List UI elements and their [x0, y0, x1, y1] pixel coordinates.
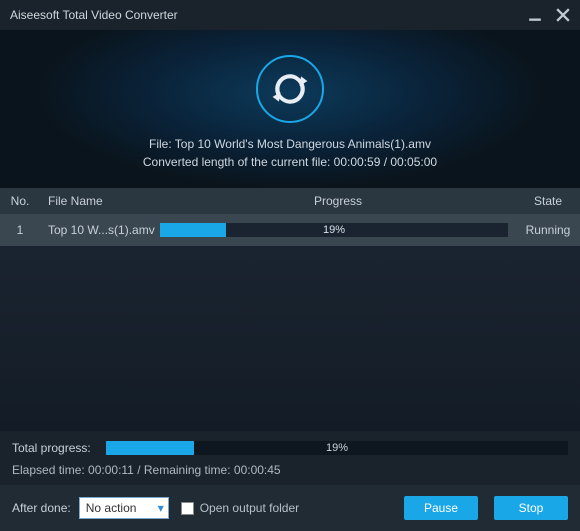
open-output-folder-label: Open output folder [200, 501, 299, 515]
minimize-icon [528, 8, 542, 22]
close-icon [556, 8, 570, 22]
table-row[interactable]: 1 Top 10 W...s(1).amv 19% Running [0, 214, 580, 246]
row-no: 1 [0, 223, 40, 237]
summary-panel: Total progress: 19% Elapsed time: 00:00:… [0, 431, 580, 485]
hero-panel: File: Top 10 World's Most Dangerous Anim… [0, 30, 580, 188]
header-no: No. [0, 194, 40, 208]
total-progress-row: Total progress: 19% [12, 441, 568, 455]
file-table: No. File Name Progress State 1 Top 10 W.… [0, 188, 580, 246]
row-progress-percent: 19% [323, 224, 345, 236]
footer-bar: After done: No action ▾ Open output fold… [0, 485, 580, 531]
header-state: State [516, 194, 580, 208]
total-progress-fill [106, 441, 194, 455]
total-progress-label: Total progress: [12, 441, 98, 455]
minimize-button[interactable] [528, 8, 542, 22]
after-done-label: After done: [12, 501, 71, 515]
close-button[interactable] [556, 8, 570, 22]
app-window: Aiseesoft Total Video Converter File: To… [0, 0, 580, 531]
row-progress-bar: 19% [160, 223, 508, 237]
header-filename: File Name [40, 194, 160, 208]
after-done-select[interactable]: No action ▾ [79, 497, 169, 519]
total-progress-percent: 19% [326, 442, 348, 454]
row-state: Running [516, 223, 580, 237]
window-controls [528, 8, 570, 22]
table-body-empty [0, 246, 580, 431]
pause-button[interactable]: Pause [404, 496, 478, 520]
titlebar: Aiseesoft Total Video Converter [0, 0, 580, 30]
total-progress-bar: 19% [106, 441, 568, 455]
table-header: No. File Name Progress State [0, 188, 580, 214]
row-progress-cell: 19% [160, 223, 516, 237]
stop-button[interactable]: Stop [494, 496, 568, 520]
app-title: Aiseesoft Total Video Converter [10, 8, 178, 22]
checkbox-box [181, 502, 194, 515]
converted-length-label: Converted length of the current file: 00… [143, 155, 437, 169]
row-filename: Top 10 W...s(1).amv [40, 223, 160, 237]
convert-status-ring [256, 55, 324, 123]
open-output-folder-checkbox[interactable]: Open output folder [181, 501, 299, 515]
after-done-value: No action [86, 501, 137, 515]
refresh-icon [271, 70, 309, 108]
header-progress: Progress [160, 194, 516, 208]
chevron-down-icon: ▾ [158, 501, 164, 515]
row-progress-fill [160, 223, 226, 237]
current-file-label: File: Top 10 World's Most Dangerous Anim… [149, 137, 431, 151]
elapsed-remaining-label: Elapsed time: 00:00:11 / Remaining time:… [12, 463, 568, 477]
